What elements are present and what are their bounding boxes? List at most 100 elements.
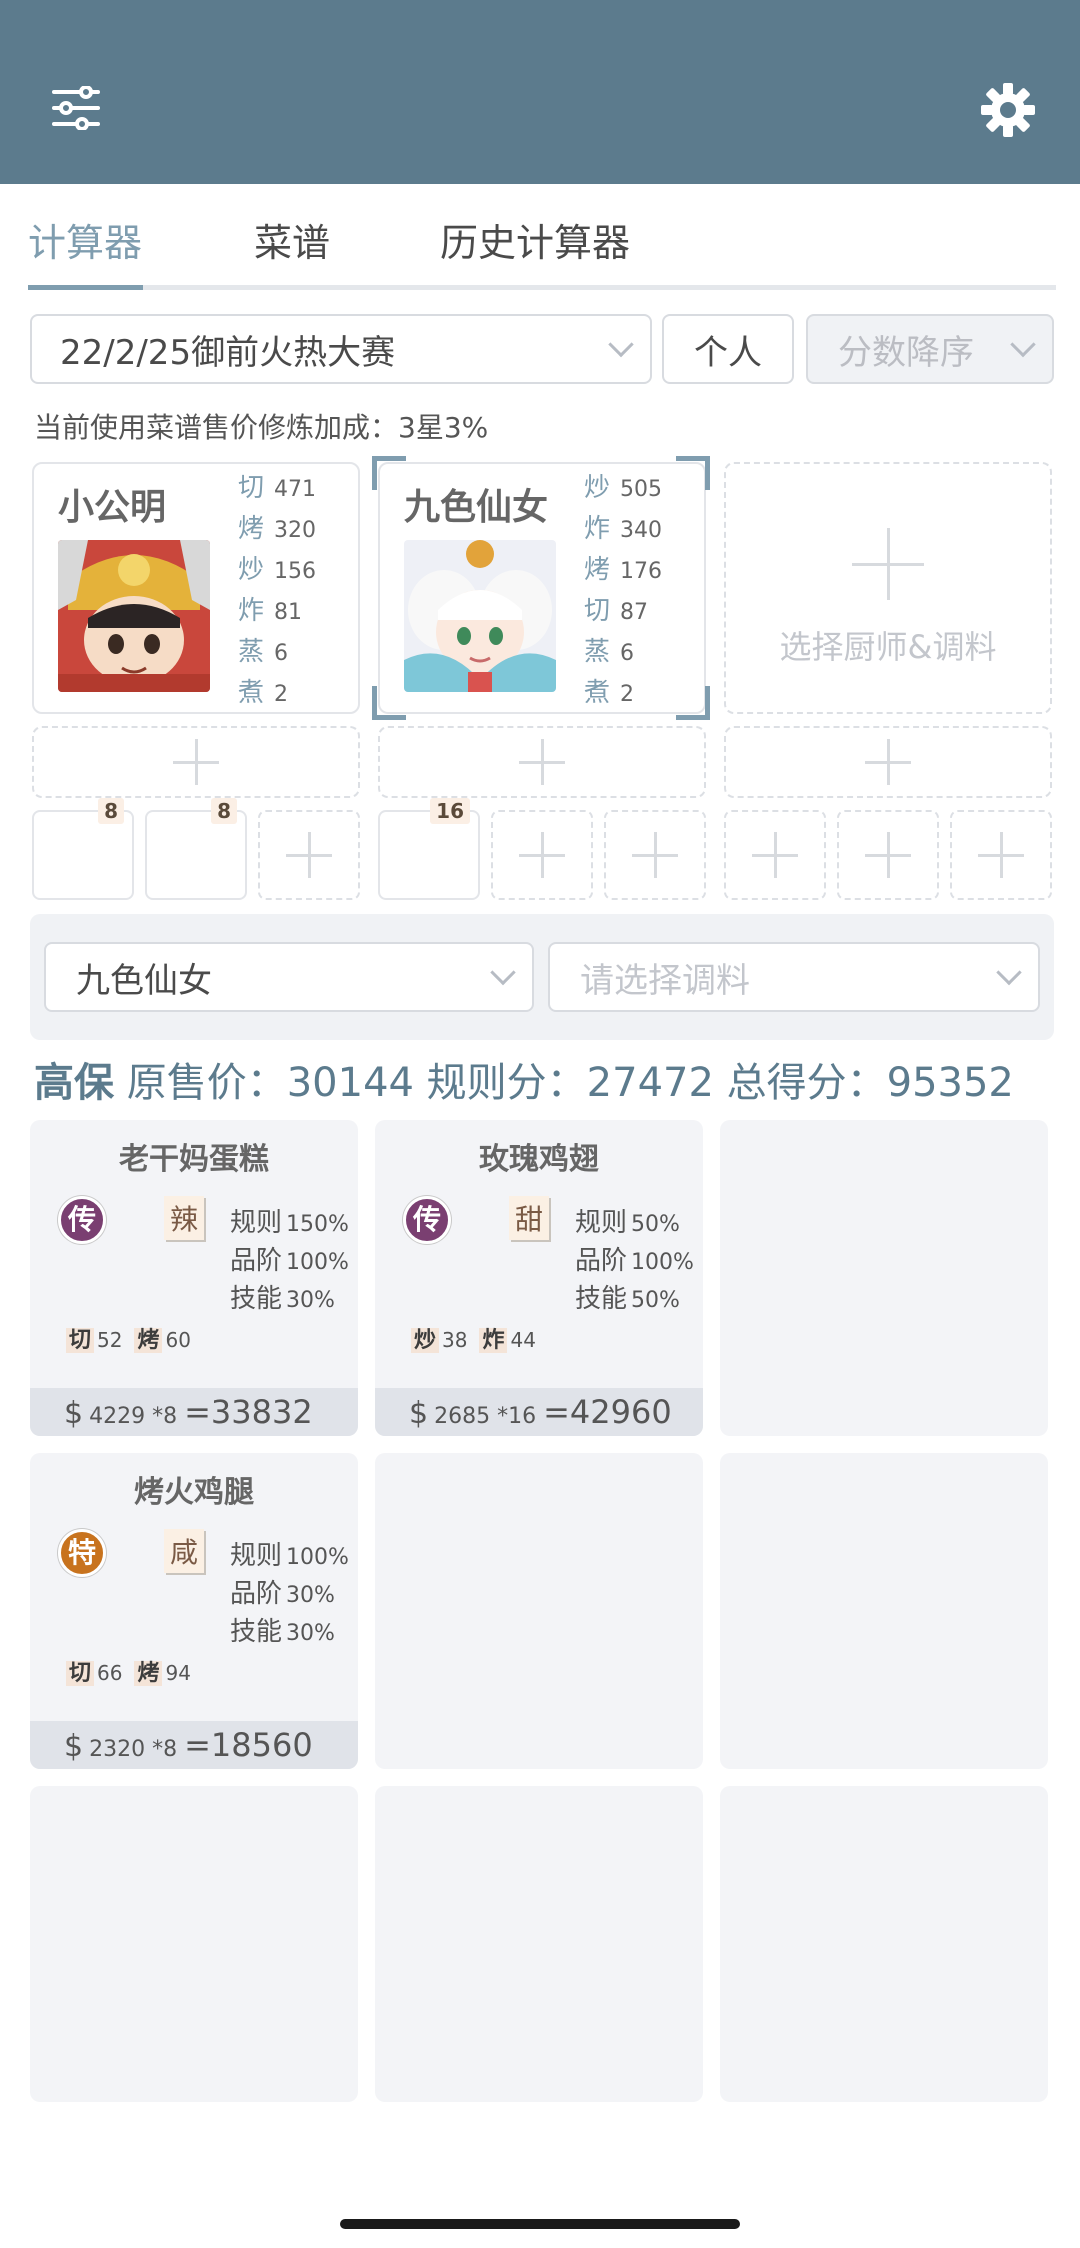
- summary-tag: 高保: [34, 1060, 114, 1106]
- recipe-slot[interactable]: 8: [32, 798, 134, 900]
- taste-tag: 咸: [164, 1529, 205, 1573]
- chevron-down-icon: [608, 331, 634, 358]
- rarity-badge: 特: [58, 1529, 106, 1577]
- price-bonus-info: 当前使用菜谱售价修炼加成：3星3%: [34, 411, 489, 444]
- skill-value: 30%: [286, 1621, 335, 1646]
- recipe-rates: 规则 50% 品阶 100% 技能 50%: [575, 1204, 694, 1318]
- quantity: *16: [497, 1404, 537, 1429]
- recipe-rates: 规则 100% 品阶 30% 技能 30%: [230, 1537, 349, 1651]
- price-bar: $2685 *16 =42960: [375, 1388, 703, 1436]
- skill-row: 炸 81: [238, 596, 303, 626]
- home-indicator[interactable]: [340, 2219, 740, 2229]
- skill-row: 炸 340: [584, 514, 663, 544]
- total-price: =33832: [184, 1393, 313, 1431]
- total-price: =18560: [184, 1726, 313, 1764]
- rule-value: 100%: [286, 1545, 349, 1570]
- skill-row: 炒 505: [584, 473, 663, 503]
- chef-skills: 切 471 烤 320 炒 156 炸 81 蒸6 煮2: [238, 468, 316, 714]
- app-bar: [0, 0, 1080, 184]
- rule-label: 规则: [230, 1208, 283, 1238]
- skill-row: 烤 176: [584, 555, 663, 585]
- recipe-card-empty: [720, 1786, 1048, 2102]
- taste-tag: 辣: [164, 1196, 205, 1240]
- tab-history[interactable]: 历史计算器: [440, 212, 630, 267]
- tab-recipes[interactable]: 菜谱: [254, 212, 330, 267]
- mode-button[interactable]: 个人: [662, 314, 794, 384]
- score-summary: 高保 原售价：30144 规则分：27472 总得分：95352: [34, 1050, 1014, 1108]
- recipe-slot[interactable]: 8: [145, 798, 247, 900]
- unit-price: 2685: [434, 1404, 491, 1429]
- currency-icon: $: [64, 1396, 84, 1431]
- equipment-slot-3[interactable]: [724, 726, 1052, 798]
- requirement: 切 66: [66, 1655, 122, 1687]
- selection-corner: [372, 686, 406, 720]
- skill-row: 煮2: [238, 678, 289, 708]
- requirement: 炸 44: [479, 1322, 536, 1354]
- quantity-badge: 8: [98, 798, 124, 824]
- quantity: *8: [152, 1404, 178, 1429]
- recipe-name: 玫瑰鸡翅: [479, 1142, 599, 1177]
- total-price: =42960: [543, 1393, 672, 1431]
- requirement: 炒 38: [411, 1322, 467, 1354]
- recipe-card-2[interactable]: 玫瑰鸡翅 传 甜 规则 50% 品阶 100% 技能 50% 炒 38 炸 44 $268…: [375, 1120, 703, 1436]
- unit-price: 2320: [89, 1737, 146, 1762]
- skill-row: 切 87: [584, 596, 649, 626]
- recipe-card-empty: [375, 1786, 703, 2102]
- tab-bar: 计算器 菜谱 历史计算器: [28, 212, 1056, 290]
- grade-value: 100%: [286, 1250, 349, 1275]
- skill-row: 烤 320: [238, 514, 317, 544]
- chef-select-value: 九色仙女: [76, 960, 212, 1001]
- skill-row: 蒸6: [238, 637, 289, 667]
- grade-label: 品阶: [575, 1246, 628, 1276]
- chevron-down-icon: [996, 959, 1022, 986]
- chef-card-2[interactable]: 九色仙女 炒 505 炸 340 烤 176 切 87 蒸6 煮2: [378, 462, 706, 714]
- recipe-slot[interactable]: 16: [378, 798, 480, 900]
- summary-text: 原售价：30144 规则分：27472 总得分：95352: [126, 1060, 1014, 1106]
- chef-skills: 炒 505 炸 340 烤 176 切 87 蒸6 煮2: [584, 468, 662, 714]
- currency-icon: $: [409, 1396, 429, 1431]
- sliders-icon[interactable]: [52, 86, 100, 130]
- recipe-slot-empty[interactable]: [258, 810, 360, 900]
- recipe-slot-empty[interactable]: [724, 810, 826, 900]
- requirement: 烤 94: [134, 1655, 191, 1687]
- recipe-slot-empty[interactable]: [491, 810, 593, 900]
- selection-corner: [372, 456, 406, 490]
- skill-label: 技能: [230, 1284, 283, 1314]
- recipe-card-3[interactable]: 烤火鸡腿 特 咸 规则 100% 品阶 30% 技能 30% 切 66 烤 94 $232…: [30, 1453, 358, 1769]
- recipe-card-empty: [375, 1453, 703, 1769]
- recipe-name: 老干妈蛋糕: [119, 1142, 269, 1177]
- recipe-rates: 规则 150% 品阶 100% 技能 30%: [230, 1204, 349, 1318]
- add-chef-slot[interactable]: 选择厨师&调料: [724, 462, 1052, 714]
- equipment-slot-1[interactable]: [32, 726, 360, 798]
- event-select[interactable]: 22/2/25御前火热大赛: [30, 314, 652, 384]
- active-tab-indicator: [28, 285, 143, 290]
- rule-label: 规则: [575, 1208, 628, 1238]
- chef-select[interactable]: 九色仙女: [44, 942, 534, 1012]
- chef-card-1[interactable]: 小公明 切 471 烤 320 炒 156 炸 81 蒸6 煮2: [32, 462, 360, 714]
- recipe-slot-empty[interactable]: [604, 810, 706, 900]
- recipe-slot-empty[interactable]: [950, 810, 1052, 900]
- requirement: 切 52: [66, 1322, 122, 1354]
- quantity-badge: 16: [430, 798, 470, 824]
- chef-name: 九色仙女: [404, 487, 549, 528]
- recipe-card-empty: [30, 1786, 358, 2102]
- skill-row: 炒 156: [238, 555, 317, 585]
- recipe-card-1[interactable]: 老干妈蛋糕 传 辣 规则 150% 品阶 100% 技能 30% 切 52 烤 60 $4…: [30, 1120, 358, 1436]
- skill-row: 蒸6: [584, 637, 635, 667]
- recipe-slot-empty[interactable]: [837, 810, 939, 900]
- recipe-card-empty: [720, 1120, 1048, 1436]
- gear-icon[interactable]: [980, 82, 1036, 138]
- grade-label: 品阶: [230, 1246, 283, 1276]
- recipe-name: 烤火鸡腿: [134, 1475, 254, 1510]
- seasoning-select[interactable]: 请选择调料: [548, 942, 1040, 1012]
- requirement: 烤 60: [134, 1322, 191, 1354]
- chevron-down-icon: [490, 959, 516, 986]
- skill-value: 30%: [286, 1288, 335, 1313]
- equipment-slot-2[interactable]: [378, 726, 706, 798]
- rule-value: 150%: [286, 1212, 349, 1237]
- tab-calculator[interactable]: 计算器: [28, 212, 142, 267]
- sort-select[interactable]: 分数降序: [806, 314, 1054, 384]
- unit-price: 4229: [89, 1404, 146, 1429]
- rarity-badge: 传: [58, 1196, 106, 1244]
- taste-tag: 甜: [509, 1196, 550, 1240]
